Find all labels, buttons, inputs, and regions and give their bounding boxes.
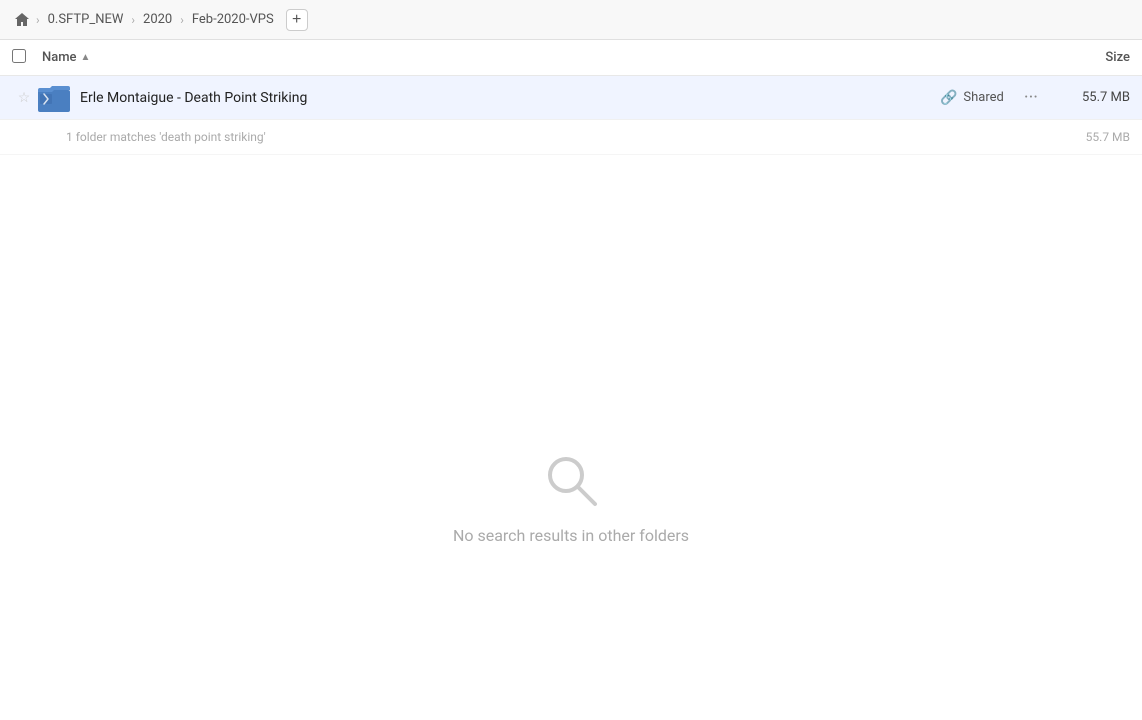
name-column-label: Name	[42, 50, 77, 65]
content-area: ☆ Erle Montaigue - Death Point Striking …	[0, 76, 1142, 720]
more-options-button[interactable]: ···	[1016, 83, 1046, 112]
match-total-size: 55.7 MB	[1086, 130, 1130, 144]
shared-label: Shared	[963, 90, 1003, 105]
star-icon[interactable]: ☆	[12, 90, 36, 106]
select-all-checkbox-container[interactable]	[12, 49, 42, 67]
table-row[interactable]: ☆ Erle Montaigue - Death Point Striking …	[0, 76, 1142, 120]
add-breadcrumb-button[interactable]: +	[286, 9, 308, 31]
name-column-header[interactable]: Name ▲	[42, 50, 1030, 65]
file-size: 55.7 MB	[1050, 90, 1130, 105]
column-header: Name ▲ Size	[0, 40, 1142, 76]
file-name: Erle Montaigue - Death Point Striking	[80, 90, 940, 106]
breadcrumb-item-3[interactable]: Feb-2020-VPS	[188, 10, 278, 29]
match-info-bar: 1 folder matches 'death point striking' …	[0, 120, 1142, 155]
breadcrumb-sep-1: ›	[36, 13, 40, 27]
shared-badge: 🔗 Shared	[940, 90, 1004, 106]
breadcrumb-item-1[interactable]: 0.SFTP_NEW	[44, 10, 128, 29]
empty-state: No search results in other folders	[0, 155, 1142, 720]
breadcrumb-item-2[interactable]: 2020	[139, 10, 176, 29]
breadcrumb-bar: › 0.SFTP_NEW › 2020 › Feb-2020-VPS +	[0, 0, 1142, 40]
folder-icon	[36, 80, 72, 116]
no-results-text: No search results in other folders	[453, 526, 689, 545]
breadcrumb: › 0.SFTP_NEW › 2020 › Feb-2020-VPS +	[12, 9, 308, 31]
sort-arrow-icon: ▲	[81, 52, 91, 63]
select-all-checkbox[interactable]	[12, 49, 26, 63]
match-count-text: 1 folder matches 'death point striking'	[66, 130, 266, 144]
home-icon[interactable]	[12, 10, 32, 30]
no-results-search-icon	[541, 450, 601, 510]
breadcrumb-sep-2: ›	[131, 13, 135, 27]
link-icon: 🔗	[940, 90, 957, 106]
size-column-header[interactable]: Size	[1030, 50, 1130, 65]
breadcrumb-sep-3: ›	[180, 13, 184, 27]
